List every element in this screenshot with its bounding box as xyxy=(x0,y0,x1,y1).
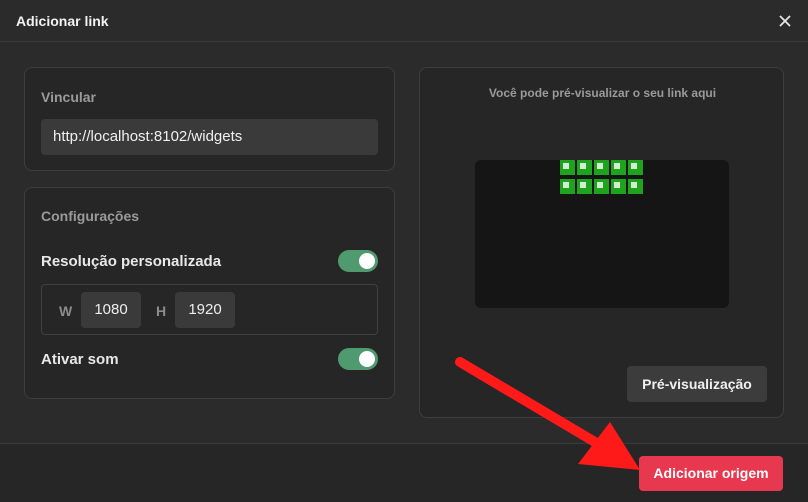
settings-section-label: Configurações xyxy=(41,208,140,224)
preview-screen xyxy=(475,160,729,308)
thumbnail-image xyxy=(611,179,626,194)
height-letter: H xyxy=(156,303,167,319)
sound-label: Ativar som xyxy=(41,351,119,368)
thumbnail-image xyxy=(628,160,643,175)
width-letter: W xyxy=(59,303,73,319)
custom-resolution-label: Resolução personalizada xyxy=(41,253,222,270)
dialog-header: Adicionar link xyxy=(0,0,808,42)
settings-panel: Configurações Resolução personalizada W … xyxy=(24,187,395,399)
preview-button[interactable]: Pré-visualização xyxy=(627,366,767,402)
preview-panel: Você pode pré-visualizar o seu link aqui… xyxy=(419,67,784,418)
resolution-fields: W H xyxy=(41,284,378,335)
toggle-knob xyxy=(359,351,375,367)
close-button[interactable] xyxy=(772,8,798,34)
dialog-footer: Adicionar origem xyxy=(0,443,808,502)
preview-thumbnails xyxy=(560,160,644,196)
thumbnail-image xyxy=(594,179,609,194)
toggle-knob xyxy=(359,253,375,269)
dialog-title: Adicionar link xyxy=(16,13,109,29)
thumbnail-image xyxy=(611,160,626,175)
thumbnail-image xyxy=(594,160,609,175)
thumbnail-image xyxy=(628,179,643,194)
thumbnail-image xyxy=(560,160,575,175)
link-section-label: Vincular xyxy=(41,89,96,105)
add-source-button[interactable]: Adicionar origem xyxy=(639,456,783,491)
url-input[interactable] xyxy=(41,119,378,155)
close-icon xyxy=(779,15,791,27)
preview-caption: Você pode pré-visualizar o seu link aqui xyxy=(488,86,717,100)
width-input[interactable] xyxy=(81,292,141,328)
thumbnail-image xyxy=(577,179,592,194)
thumbnail-image xyxy=(560,179,575,194)
link-panel: Vincular xyxy=(24,67,395,171)
height-input[interactable] xyxy=(175,292,235,328)
thumbnail-image xyxy=(577,160,592,175)
custom-resolution-toggle[interactable] xyxy=(338,250,378,272)
sound-toggle[interactable] xyxy=(338,348,378,370)
